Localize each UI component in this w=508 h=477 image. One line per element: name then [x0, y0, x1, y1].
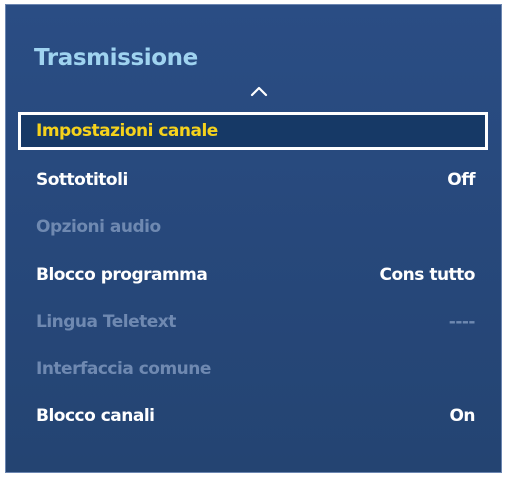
- menu-item-label: Lingua Teletext: [36, 312, 176, 332]
- menu-item-value: Off: [447, 170, 475, 190]
- menu-item-label: Impostazioni canale: [36, 121, 218, 141]
- menu-item-value: On: [449, 406, 475, 426]
- chevron-up-icon[interactable]: [249, 85, 269, 97]
- menu-item-label: Opzioni audio: [36, 217, 161, 237]
- menu-item-value: Cons tutto: [379, 265, 476, 285]
- menu-item-label: Sottotitoli: [36, 170, 128, 190]
- menu-item-lingua-teletext: Lingua Teletext ----: [18, 303, 488, 341]
- menu-item-blocco-programma[interactable]: Blocco programma Cons tutto: [18, 256, 488, 294]
- menu-item-blocco-canali[interactable]: Blocco canali On: [18, 397, 488, 435]
- menu-item-label: Interfaccia comune: [36, 359, 211, 379]
- menu-item-opzioni-audio: Opzioni audio: [18, 208, 488, 246]
- menu-item-impostazioni-canale[interactable]: Impostazioni canale: [18, 112, 488, 150]
- menu-title: Trasmissione: [34, 45, 198, 71]
- broadcast-menu-panel: Trasmissione Impostazioni canale Sottoti…: [5, 4, 502, 473]
- menu-item-label: Blocco programma: [36, 265, 208, 285]
- menu-item-interfaccia-comune: Interfaccia comune: [18, 350, 488, 388]
- menu-item-sottotitoli[interactable]: Sottotitoli Off: [18, 161, 488, 199]
- menu-item-label: Blocco canali: [36, 406, 155, 426]
- menu-item-value: ----: [448, 312, 476, 332]
